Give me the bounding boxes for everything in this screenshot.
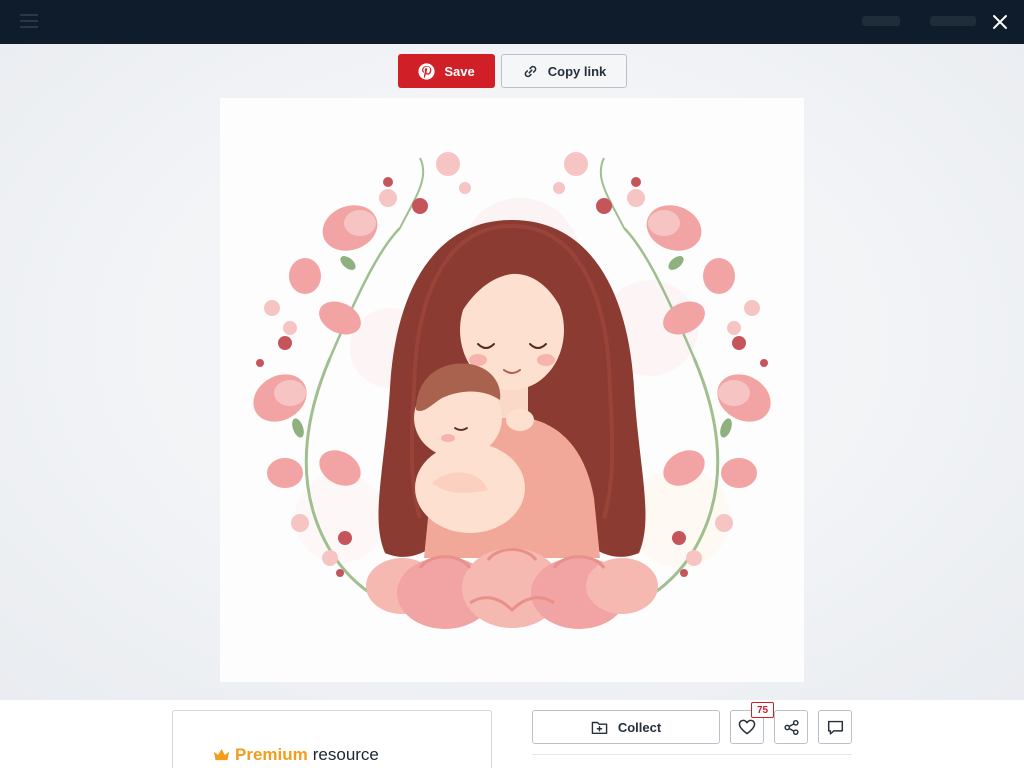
heart-icon (738, 719, 756, 735)
save-button-label: Save (444, 63, 475, 79)
copy-link-button[interactable]: Copy link (501, 54, 627, 88)
mother-and-baby-illustration (253, 152, 771, 629)
resource-details-panel (0, 700, 1024, 768)
ghost-nav-link (862, 16, 900, 26)
pinterest-save-button[interactable]: Save (398, 54, 495, 88)
share-button[interactable] (774, 710, 808, 744)
close-button[interactable] (986, 8, 1014, 36)
collect-button[interactable]: Collect (532, 710, 720, 744)
copy-link-label: Copy link (547, 63, 607, 79)
premium-resource-card: Premium resource (172, 710, 492, 768)
comment-button[interactable] (818, 710, 852, 744)
share-toolbar: Save Copy link (398, 54, 627, 88)
premium-label: Premium (235, 745, 308, 764)
folder-add-icon (591, 721, 608, 734)
close-icon (993, 15, 1007, 29)
top-bar (0, 0, 1024, 44)
resource-label: resource (312, 745, 379, 764)
pinterest-icon (418, 62, 435, 80)
premium-resource-heading: Premium resource (213, 745, 379, 765)
actions-divider (532, 754, 852, 755)
crown-icon (213, 749, 230, 761)
comment-icon (827, 720, 843, 735)
ghost-nav-link (930, 16, 976, 26)
resource-preview-image[interactable] (220, 98, 804, 682)
menu-icon[interactable] (20, 14, 38, 28)
share-icon (783, 719, 799, 735)
like-count-badge: 75 (751, 702, 774, 718)
link-icon (524, 65, 537, 77)
collect-label: Collect (617, 719, 662, 735)
